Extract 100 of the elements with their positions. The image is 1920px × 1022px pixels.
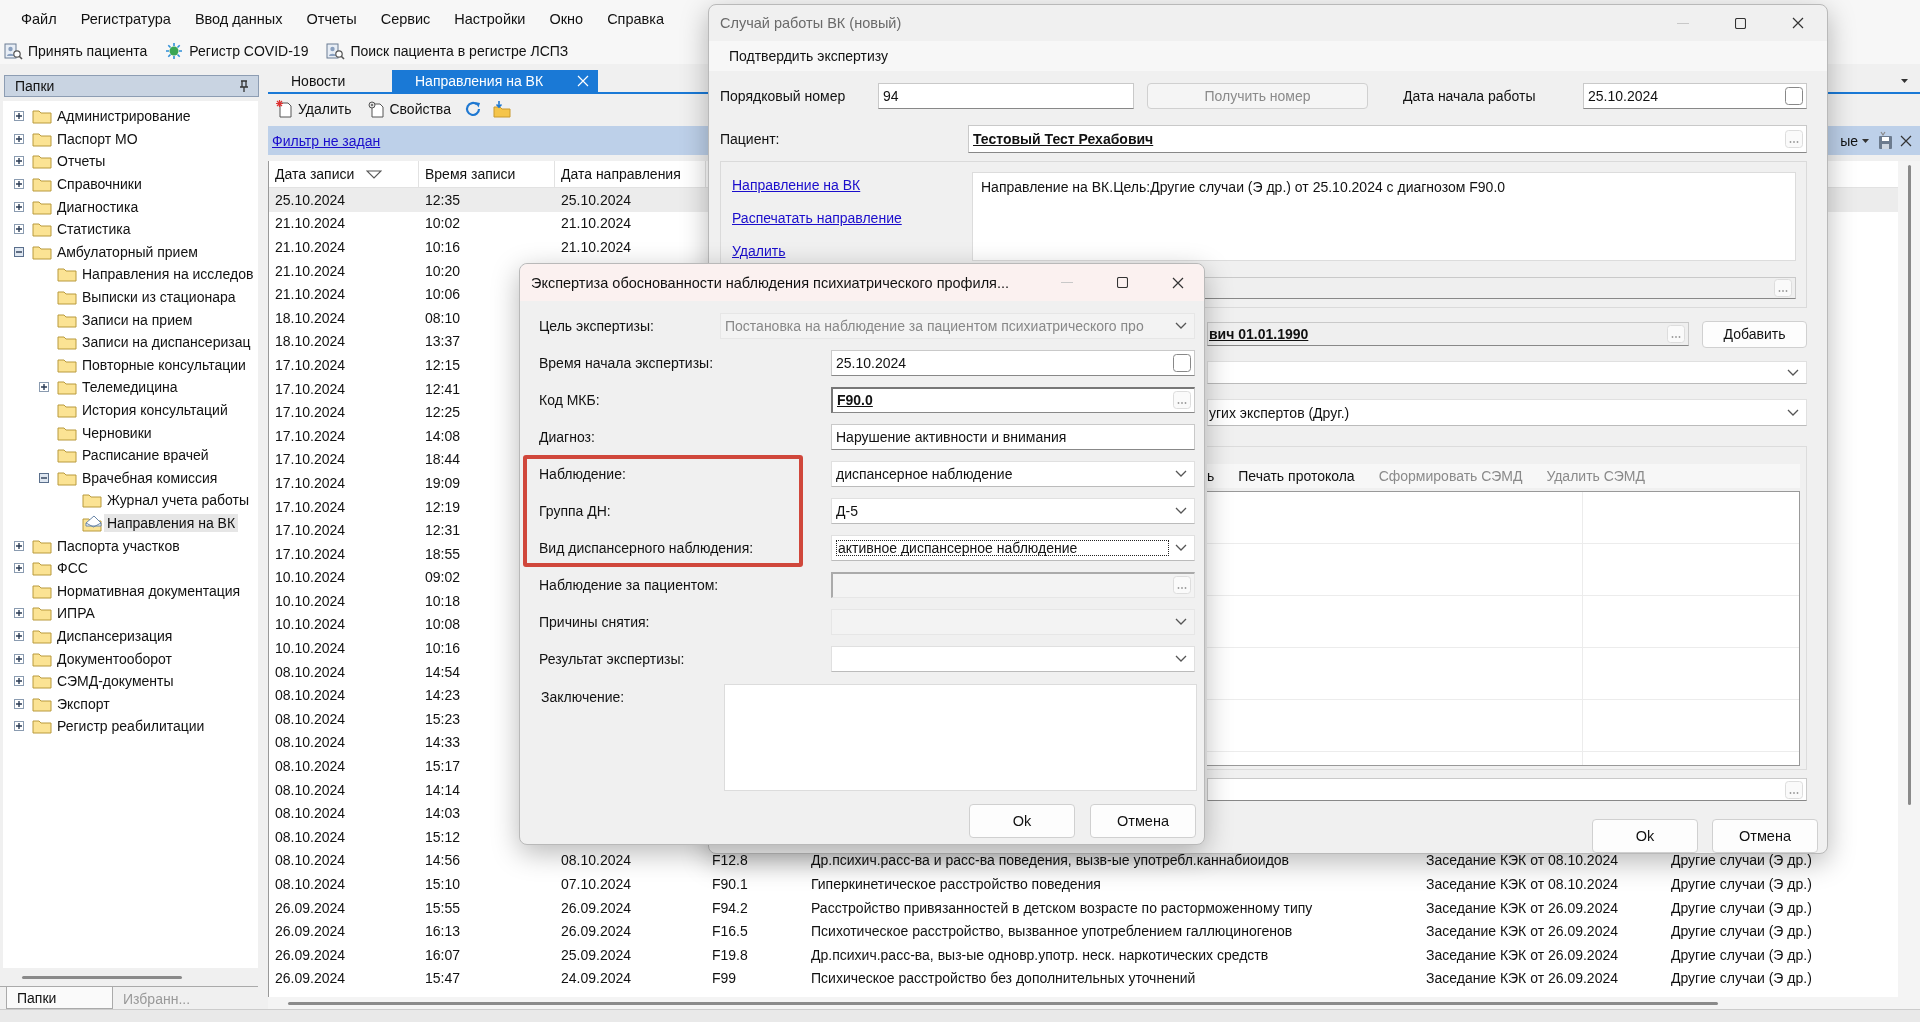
filter-link[interactable]: Фильтр не задан	[272, 132, 381, 149]
toolbar-button[interactable]: Удалить	[274, 99, 354, 119]
save-icon[interactable]	[1877, 131, 1894, 150]
tree-item[interactable]: Администрирование	[3, 105, 258, 128]
tree-item[interactable]: История консультаций	[3, 398, 258, 422]
expand-icon[interactable]	[14, 608, 24, 619]
column-header[interactable]: Дата направления	[555, 161, 706, 187]
menu-item[interactable]: Отчеты	[294, 9, 369, 29]
menu-item[interactable]: Настройки	[442, 9, 538, 29]
expand-icon[interactable]	[14, 156, 24, 167]
link[interactable]: Распечатать направление	[732, 208, 902, 228]
tab[interactable]: Папки	[6, 987, 113, 1009]
column-header[interactable]: Дата записи	[269, 161, 419, 187]
tree-item[interactable]: Справочники	[3, 172, 258, 196]
tree-item[interactable]: Направления на исследов	[3, 263, 258, 286]
menu-item[interactable]: Подтвердить экспертизу	[717, 46, 900, 66]
ok-button[interactable]: Ok	[1592, 819, 1698, 853]
menu-item[interactable]: Ввод данных	[182, 9, 295, 29]
text-field[interactable]: Нарушение активности и внимания	[831, 423, 1195, 450]
tree-item[interactable]: Записи на диспансеризац	[3, 330, 258, 354]
toolbar-button[interactable]: Регистр COVID-19	[163, 41, 311, 61]
tree-item[interactable]: Регистр реабилитации	[3, 715, 258, 738]
lookup-field[interactable]: Тестовый Тест Рехабович	[968, 125, 1807, 153]
tree-item[interactable]: Журнал учета работы	[3, 489, 258, 512]
expand-icon[interactable]	[14, 111, 24, 122]
date-field[interactable]: 25.10.2024	[1583, 83, 1807, 109]
folder-download-icon[interactable]	[492, 100, 511, 118]
tree-item[interactable]: Нормативная документация	[3, 579, 258, 603]
text-field[interactable]: 94	[878, 83, 1134, 109]
tree-item[interactable]: Паспорта участков	[3, 534, 258, 557]
tree-item[interactable]: Черновики	[3, 421, 258, 444]
tree-item[interactable]: Диагностика	[3, 195, 258, 218]
tree-item[interactable]: Телемедицина	[3, 376, 258, 399]
tab[interactable]: Новости	[272, 70, 392, 92]
expand-icon[interactable]	[14, 721, 24, 732]
collapse-icon[interactable]	[14, 246, 24, 257]
date-field[interactable]: 25.10.2024	[831, 349, 1195, 376]
menu-item[interactable]: Окно	[537, 9, 596, 29]
tab[interactable]: Направления на ВК	[392, 70, 598, 92]
toolbar-button[interactable]: Свойства	[365, 99, 453, 119]
tree-item[interactable]: Диспансеризация	[3, 624, 258, 648]
expand-icon[interactable]	[14, 676, 24, 687]
cancel-button[interactable]: Отмена	[1090, 804, 1196, 838]
tree-item[interactable]: Статистика	[3, 217, 258, 241]
tree-item[interactable]: Документооборот	[3, 647, 258, 670]
checkbox[interactable]	[1785, 87, 1803, 105]
expand-icon[interactable]	[14, 653, 24, 664]
lookup-field[interactable]	[1207, 778, 1807, 801]
toolbar-button[interactable]: Поиск пациента в регистре ЛСПЗ	[324, 41, 571, 61]
checkbox[interactable]	[1173, 353, 1191, 372]
tree-item[interactable]: Паспорт МО	[3, 127, 258, 151]
dropdown[interactable]: угих экспертов (Друг.)	[1207, 399, 1807, 426]
scrollbar-thumb[interactable]	[288, 1001, 1718, 1005]
link[interactable]: Удалить	[732, 241, 786, 261]
lookup-field[interactable]: F90.0	[831, 386, 1195, 413]
expand-icon[interactable]	[14, 201, 24, 212]
expand-icon[interactable]	[14, 224, 24, 235]
link[interactable]: Направление на ВК	[732, 175, 861, 195]
refresh-icon[interactable]	[464, 101, 481, 117]
tree-item[interactable]: Выписки из стационара	[3, 285, 258, 309]
tree-item[interactable]: Амбулаторный прием	[3, 240, 258, 264]
tree-item[interactable]: Отчеты	[3, 150, 258, 173]
menu-item[interactable]: Файл	[9, 9, 69, 29]
tree-item[interactable]: Направления на ВК	[3, 511, 258, 535]
text-area[interactable]: Направление на ВК.Цель:Другие случаи (Э др.) от 25.10.2024 с диагнозом F90.0	[972, 172, 1796, 261]
dropdown[interactable]: диспансерное наблюдение	[831, 460, 1195, 487]
add-button[interactable]: Добавить	[1702, 320, 1807, 348]
collapse-icon[interactable]	[39, 472, 49, 483]
maximize-icon[interactable]	[1117, 277, 1128, 288]
close-icon[interactable]	[1792, 17, 1804, 29]
tree-item[interactable]: Повторные консультации	[3, 353, 258, 377]
menu-item[interactable]: Регистратура	[68, 9, 183, 29]
expand-icon[interactable]	[14, 698, 24, 709]
expand-icon[interactable]	[14, 563, 24, 574]
view-menu[interactable]: ые	[1840, 132, 1869, 149]
tree-item[interactable]: СЭМД-документы	[3, 669, 258, 693]
toolbar-button[interactable]: ь	[1207, 468, 1215, 484]
scrollbar-thumb[interactable]	[22, 975, 182, 979]
pin-icon[interactable]	[238, 80, 250, 92]
toolbar-button[interactable]: Печать протокола	[1238, 468, 1355, 484]
tree-item[interactable]: Врачебная комиссия	[3, 466, 258, 490]
tree-item[interactable]: Экспорт	[3, 692, 258, 716]
maximize-icon[interactable]	[1735, 17, 1746, 29]
close-icon[interactable]	[1172, 276, 1184, 289]
tree-item[interactable]: ФСС	[3, 556, 258, 580]
scrollbar-thumb[interactable]	[1907, 165, 1911, 805]
expand-icon[interactable]	[14, 630, 24, 641]
close-icon[interactable]	[1900, 134, 1912, 147]
dropdown[interactable]: Д-5	[831, 497, 1195, 524]
expand-icon[interactable]	[39, 382, 49, 393]
menu-item[interactable]: Сервис	[368, 9, 443, 29]
tab-list-icon[interactable]	[1901, 78, 1910, 84]
lookup-field[interactable]: вич 01.01.1990	[1207, 322, 1689, 346]
cancel-button[interactable]: Отмена	[1712, 819, 1818, 853]
tree-item[interactable]: Расписание врачей	[3, 443, 258, 467]
expand-icon[interactable]	[14, 540, 24, 551]
toolbar-button[interactable]: Принять пациента	[2, 41, 150, 61]
column-header[interactable]: Время записи	[419, 161, 555, 187]
tree-item[interactable]: ИПРА	[3, 602, 258, 625]
dropdown[interactable]: активное диспансерное наблюдение	[831, 534, 1195, 561]
